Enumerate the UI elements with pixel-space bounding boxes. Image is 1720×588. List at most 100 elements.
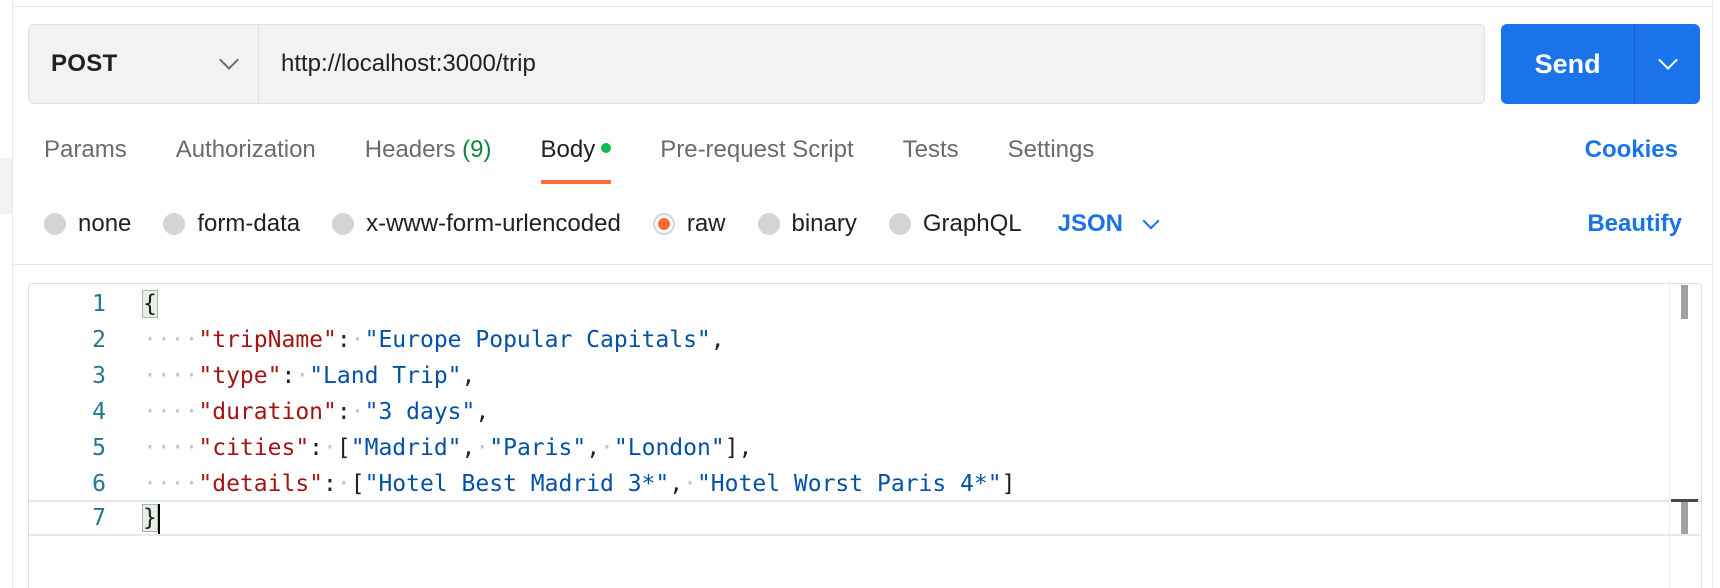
line-number: 4 [92,399,106,425]
punctuation: , [669,471,684,497]
punctuation: , [586,435,601,461]
tab-params[interactable]: Params [44,128,127,184]
send-button-group: Send [1501,24,1700,104]
tab-label: Headers [364,136,456,163]
tab-label: Settings [1007,136,1095,163]
scrollbar-thumb[interactable] [1681,285,1688,319]
raw-format-select[interactable]: JSON [1057,210,1160,238]
body-type-none[interactable]: none [44,210,131,238]
line-number: 1 [92,291,106,317]
punctuation: [ [350,471,365,497]
punctuation: , [710,327,725,353]
code-line: 6 ····"details":·["Hotel Best Madrid 3*"… [29,466,1701,502]
tab-headers[interactable]: Headers (9) [365,128,492,184]
punctuation: : [336,327,351,353]
body-indicator-dot [601,142,612,153]
tab-body[interactable]: Body [540,128,612,184]
send-button[interactable]: Send [1501,24,1634,104]
method-select[interactable]: POST [29,25,259,103]
radio-label: form-data [197,210,301,237]
radio-label: binary [791,210,857,237]
tab-label: Pre-request Script [660,136,854,163]
tab-label: Params [44,136,127,163]
body-type-binary[interactable]: binary [757,210,857,238]
url-bar: POST [28,24,1485,104]
whitespace-marker: · [295,363,310,389]
cookies-link[interactable]: Cookies [1585,136,1678,164]
chevron-down-icon [219,50,239,70]
punctuation: : [336,399,351,425]
editor-scrollbar[interactable] [1669,284,1699,588]
whitespace-marker: · [350,327,365,353]
tab-authorization[interactable]: Authorization [176,128,316,184]
send-options-button[interactable] [1634,24,1700,104]
radio-label: x-www-form-urlencoded [366,210,621,237]
json-key: "type" [198,363,282,389]
radio-button[interactable] [888,213,911,235]
top-divider [12,6,1712,7]
json-string: "Europe Popular Capitals" [364,327,711,353]
body-type-form-data[interactable]: form-data [163,210,300,238]
punctuation: : [281,363,296,389]
tab-settings[interactable]: Settings [1008,128,1095,184]
section-divider [12,264,1712,265]
code-text: ····"duration":·"3 days", [143,394,489,430]
json-string: "3 days" [364,399,476,425]
code-line: 5 ····"cities":·["Madrid",·"Paris",·"Lon… [29,430,1701,466]
whitespace-marker: · [600,435,614,461]
url-input[interactable] [259,25,1484,103]
chevron-down-icon [1142,212,1160,230]
code-text: } [142,500,160,536]
whitespace-marker: · [683,471,697,497]
right-divider [1712,0,1713,588]
line-number: 3 [92,363,106,389]
line-number: 2 [92,327,106,353]
chevron-down-icon [1657,50,1678,70]
indent-whitespace: ···· [143,435,199,461]
request-editor-panel: POST Send Params Authorization Headers (… [0,0,1720,588]
radio-button[interactable] [757,213,780,235]
radio-button[interactable] [44,213,66,235]
line-number: 6 [92,471,106,497]
code-text: ····"cities":·["Madrid",·"Paris",·"Londo… [143,430,752,466]
active-tab-underline [540,180,612,184]
body-type-x-www-form-urlencoded[interactable]: x-www-form-urlencoded [332,210,621,238]
json-string: "Madrid" [350,435,462,461]
json-string: "Hotel Worst Paris 4*" [696,471,1002,497]
punctuation: , [461,363,476,389]
punctuation: ], [724,435,753,461]
whitespace-marker: · [475,435,490,461]
headers-count: (9) [462,136,492,163]
format-label: JSON [1057,210,1123,237]
tab-label: Tests [902,136,959,163]
beautify-button[interactable]: Beautify [1587,210,1682,238]
punctuation: : [309,435,324,461]
radio-selected-dot [657,218,670,230]
code-line: 4 ····"duration":·"3 days", [29,394,1701,430]
punctuation: ] [1001,471,1016,497]
matched-brace: } [142,504,158,532]
tab-tests[interactable]: Tests [903,128,959,184]
indent-whitespace: ···· [143,363,199,389]
indent-whitespace: ···· [143,399,199,425]
body-type-graphql[interactable]: GraphQL [888,210,1022,238]
json-string: "Hotel Best Madrid 3*" [364,471,670,497]
code-editor[interactable]: 1 { 2 ····"tripName":·"Europe Popular Ca… [28,283,1702,588]
whitespace-marker: · [323,435,337,461]
left-gutter [0,0,13,588]
whitespace-marker: · [336,471,351,497]
tab-pre-request-script[interactable]: Pre-request Script [660,128,853,184]
radio-button[interactable] [163,213,186,235]
json-string: "London" [613,435,725,461]
whitespace-marker: · [350,399,365,425]
json-string: "Paris" [489,435,587,461]
body-type-raw[interactable]: raw [652,210,726,238]
code-text: ····"type":·"Land Trip", [143,358,475,394]
json-key: "details" [198,471,324,497]
radio-button[interactable] [332,213,355,235]
radio-button-selected[interactable] [652,213,675,235]
punctuation: , [461,435,476,461]
request-tabs: Params Authorization Headers (9) Body Pr… [44,128,1143,184]
body-type-selector: none form-data x-www-form-urlencoded raw… [44,207,1160,241]
line-number: 7 [92,505,106,531]
